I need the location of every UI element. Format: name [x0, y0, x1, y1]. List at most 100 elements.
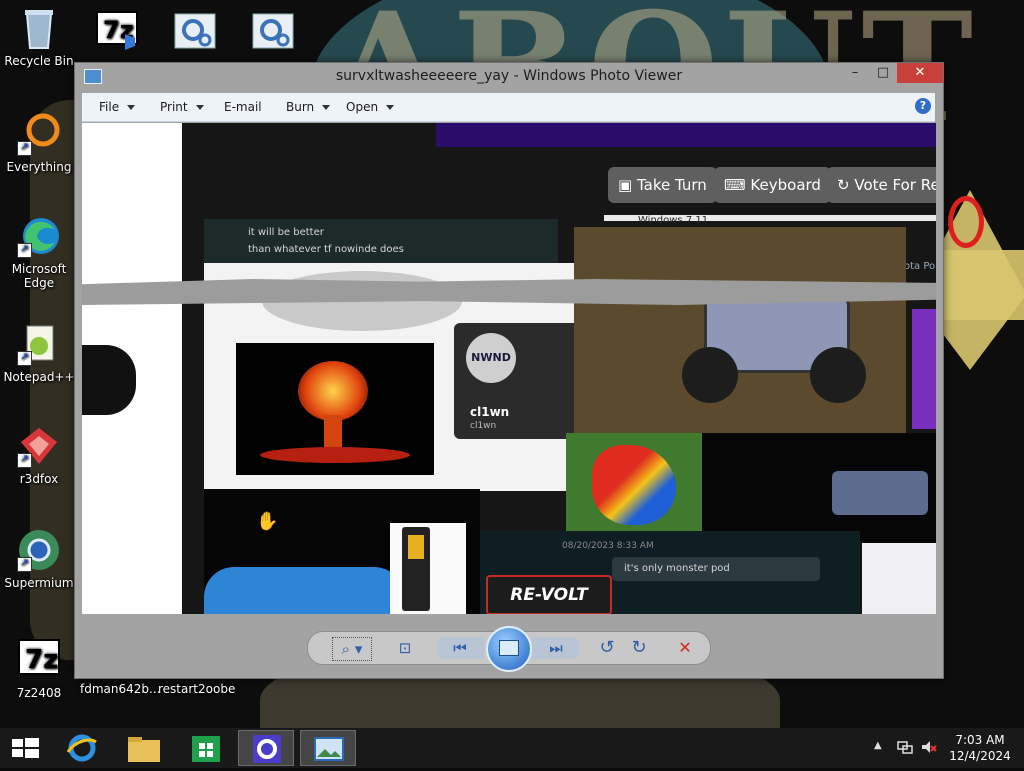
- menu-burn-label: Burn: [286, 100, 315, 114]
- shortcut-arrow-icon: ↗: [17, 243, 32, 258]
- rotate-clockwise-button[interactable]: ↻: [626, 637, 652, 659]
- desktop-icon-restart2oobe[interactable]: restart2oobe: [158, 682, 235, 696]
- slideshow-button[interactable]: [486, 626, 532, 672]
- photo-viewer-window[interactable]: survxltwasheeeeere_yay - Windows Photo V…: [74, 62, 944, 679]
- r3dfox-icon: ↗: [17, 424, 61, 468]
- image-purple-strip: [436, 123, 936, 147]
- take-turn-label: Take Turn: [636, 176, 707, 194]
- previous-button[interactable]: ⏮: [436, 637, 484, 659]
- shortcut-arrow-icon: ↗: [17, 557, 32, 572]
- desktop-icon-edge[interactable]: ↗ Microsoft Edge: [2, 214, 76, 290]
- menu-print-label: Print: [160, 100, 188, 114]
- edge-icon: ↗: [17, 214, 61, 258]
- internet-explorer-icon: [66, 734, 97, 762]
- desktop-icon-fdman[interactable]: fdman642b...: [80, 682, 160, 696]
- desktop-icon-r3dfox[interactable]: ↗ r3dfox: [2, 424, 76, 486]
- fit-icon: ⊡: [398, 639, 412, 657]
- menu-burn[interactable]: Burn: [286, 100, 331, 114]
- taskbar-settings[interactable]: [238, 730, 294, 766]
- desktop-icon-label: 7z2408: [16, 686, 62, 700]
- desktop-icon-everything[interactable]: ↗ Everything: [2, 112, 76, 174]
- chat-snippet: [204, 219, 558, 263]
- photo-viewer-icon: [314, 737, 344, 761]
- command-bar: File Print E-mail Burn Open ?: [82, 93, 935, 122]
- delete-button[interactable]: ✕: [672, 637, 698, 659]
- keyboard-label: Keyboard: [750, 176, 821, 194]
- menu-open-label: Open: [346, 100, 379, 114]
- vote-label: Vote For Re: [854, 176, 936, 194]
- volume-muted-icon[interactable]: [920, 738, 938, 760]
- chat-message-text: it's only monster pod: [624, 563, 730, 574]
- menu-email-label: E-mail: [224, 100, 262, 114]
- chat-message-date: 08/20/2023 8:33 AM: [562, 541, 654, 551]
- next-button[interactable]: ⏭: [532, 637, 580, 659]
- image-plug-area: [82, 305, 142, 425]
- hand-cursor-icon: ✋: [256, 511, 279, 532]
- start-button[interactable]: [0, 730, 56, 766]
- rotate-counterclockwise-button[interactable]: ↺: [594, 637, 620, 659]
- user-avatar: NWND: [466, 333, 516, 383]
- chat-line-1: it will be better: [248, 227, 324, 238]
- image-parrot: [566, 433, 702, 533]
- delete-icon: ✕: [678, 638, 692, 657]
- minimize-button[interactable]: –: [841, 63, 869, 83]
- chevron-down-icon: [386, 105, 395, 110]
- desktop-icon-label: Recycle Bin: [4, 54, 74, 68]
- desktop-icon-7z-installer[interactable]: 7z: [80, 10, 154, 58]
- taskbar-internet-explorer[interactable]: [54, 730, 110, 766]
- navigation-controls: ⌕ ▾ ⊡ ⏮ ⏭ ↺ ↻ ✕: [307, 626, 711, 672]
- help-icon[interactable]: ?: [915, 98, 931, 114]
- svg-text:7z: 7z: [25, 645, 58, 675]
- desktop-icon-supermium[interactable]: ↗ Supermium: [2, 528, 76, 590]
- show-hidden-icons-chevron-icon[interactable]: ▲: [874, 740, 882, 751]
- store-icon: [192, 736, 220, 762]
- folder-icon: [128, 737, 160, 762]
- taskbar-store[interactable]: [178, 730, 234, 766]
- image-light-panel: [862, 543, 936, 614]
- chevron-down-icon: [195, 105, 204, 110]
- desktop-icon-recycle-bin[interactable]: Recycle Bin: [2, 6, 76, 68]
- desktop-icon-settings-b[interactable]: [236, 10, 310, 58]
- network-icon[interactable]: [896, 738, 914, 760]
- image-small-text: Windows 7 11: [638, 215, 709, 226]
- rotate-ccw-icon: ↺: [599, 637, 615, 658]
- menu-email[interactable]: E-mail: [224, 100, 262, 114]
- everything-icon: ↗: [17, 112, 61, 156]
- menu-print[interactable]: Print: [160, 100, 204, 114]
- vote-button: ↻ Vote For Re: [827, 167, 936, 203]
- next-icon: ⏭: [549, 639, 563, 657]
- taskbar-photo-viewer[interactable]: [300, 730, 356, 766]
- desktop-icon-notepadpp[interactable]: ↗ Notepad++: [2, 322, 76, 384]
- image-explosion: [236, 343, 434, 475]
- user-card: NWND cl1wn cl1wn: [454, 323, 586, 439]
- menu-file[interactable]: File: [99, 100, 136, 114]
- desktop-icon-7z2408[interactable]: 7z 7z2408: [2, 638, 76, 700]
- clock-date: 12/4/2024: [949, 749, 1011, 763]
- recycle-bin-icon: [17, 6, 61, 50]
- shortcut-arrow-icon: ↗: [17, 141, 32, 156]
- maximize-button[interactable]: □: [869, 63, 897, 83]
- menu-open[interactable]: Open: [346, 100, 395, 114]
- system-clock[interactable]: 7:03 AM 12/4/2024: [944, 732, 1016, 764]
- image-viewport[interactable]: ▣ Take Turn ⌨ Keyboard ↻ Vote For Re it …: [82, 123, 936, 614]
- close-button[interactable]: ✕: [897, 63, 943, 83]
- image-grey-smear: [82, 279, 936, 305]
- shortcut-arrow-icon: ↗: [17, 453, 32, 468]
- zoom-button[interactable]: ⌕ ▾: [332, 637, 372, 661]
- chat-line-2: than whatever tf nowinde does: [248, 244, 404, 255]
- previous-icon: ⏮: [453, 639, 467, 657]
- chevron-down-icon: [127, 105, 136, 110]
- title-bar[interactable]: survxltwasheeeeere_yay - Windows Photo V…: [75, 63, 943, 91]
- image-monster-truck: [574, 227, 906, 433]
- gear-icon: [253, 735, 281, 763]
- gear-window-icon: [251, 10, 295, 54]
- taskbar: ▲ 7:03 AM 12/4/2024: [0, 728, 1024, 768]
- desktop-icon-label: Microsoft Edge: [11, 262, 67, 290]
- image-flip-phone: [390, 523, 466, 614]
- actual-size-button[interactable]: ⊡: [392, 637, 418, 659]
- 7zip-installer-icon: 7z: [95, 10, 139, 54]
- desktop-icon-settings-a[interactable]: [158, 10, 232, 58]
- taskbar-file-explorer[interactable]: [116, 730, 172, 766]
- supermium-icon: ↗: [17, 528, 61, 572]
- shortcut-arrow-icon: ↗: [17, 351, 32, 366]
